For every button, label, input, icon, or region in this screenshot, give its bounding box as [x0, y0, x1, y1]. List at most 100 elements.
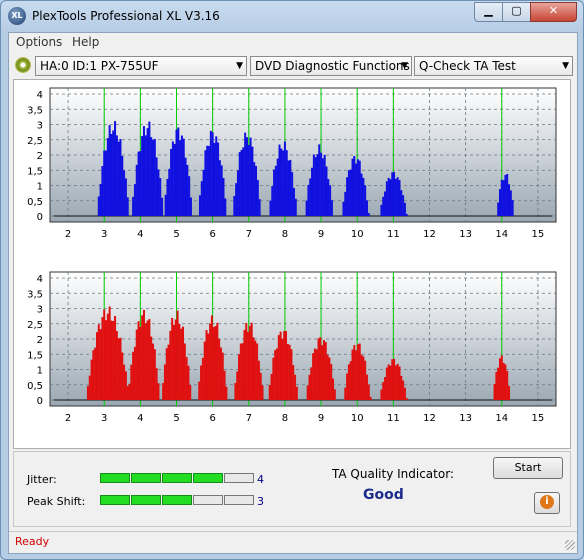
- upper-histogram-bar: [206, 145, 209, 216]
- upper-histogram-bar: [249, 137, 252, 216]
- upper-y-tick-label: 1: [37, 182, 43, 193]
- start-button[interactable]: Start: [493, 457, 563, 479]
- jitter-value: 4: [257, 473, 264, 486]
- upper-histogram-bar: [394, 178, 397, 216]
- upper-y-tick-label: 3: [37, 121, 43, 132]
- upper-x-tick-label: 13: [459, 229, 472, 240]
- upper-histogram-bar: [504, 175, 507, 216]
- lower-histogram-bar: [283, 331, 286, 400]
- close-button[interactable]: ✕: [530, 2, 577, 22]
- maximize-button[interactable]: ▢: [502, 2, 531, 22]
- function-select[interactable]: DVD Diagnostic Functions ▼: [250, 56, 412, 76]
- lower-histogram-bar: [272, 357, 275, 400]
- upper-histogram-bar: [256, 179, 259, 216]
- upper-histogram-bar: [142, 126, 145, 216]
- upper-histogram-bar: [124, 178, 127, 216]
- lower-histogram-bar: [245, 323, 248, 400]
- lower-histogram-bar: [403, 387, 406, 400]
- jitter-meter-segment: [162, 473, 192, 483]
- lower-histogram-bar: [130, 364, 133, 400]
- lower-histogram-bar: [238, 354, 241, 400]
- lower-histogram-bar: [205, 330, 208, 400]
- upper-histogram-bar: [349, 169, 352, 216]
- upper-histogram-bar: [126, 197, 129, 216]
- menu-help[interactable]: Help: [72, 35, 99, 49]
- minimize-button[interactable]: ▁: [474, 2, 503, 22]
- upper-histogram-bar: [123, 170, 126, 216]
- lower-histogram-bar: [117, 338, 120, 400]
- upper-y-tick-label: 4: [37, 90, 43, 101]
- upper-x-tick-label: 9: [318, 229, 324, 240]
- lower-histogram-bar: [174, 319, 177, 400]
- peak-shift-meter-segment: [224, 495, 254, 505]
- upper-histogram-bar: [135, 164, 138, 216]
- upper-histogram-bar: [403, 202, 406, 216]
- upper-x-tick-label: 14: [495, 229, 508, 240]
- lower-histogram-bar: [391, 359, 394, 400]
- peak-shift-meter-segment: [100, 495, 130, 505]
- upper-y-tick-label: 0,5: [27, 197, 43, 208]
- lower-x-tick-label: 14: [495, 413, 508, 424]
- upper-histogram-bar: [220, 165, 223, 216]
- upper-histogram-bar: [179, 140, 182, 216]
- lower-histogram-bar: [234, 382, 237, 400]
- lower-histogram-bar: [112, 321, 115, 400]
- lower-histogram-bar: [144, 323, 147, 400]
- upper-histogram-bar: [247, 144, 250, 216]
- lower-histogram-bar: [142, 309, 145, 400]
- lower-histogram-bar: [92, 350, 95, 400]
- upper-y-tick-label: 0: [37, 212, 43, 223]
- upper-histogram-bar: [393, 171, 396, 216]
- lower-histogram-bar: [218, 338, 221, 400]
- upper-histogram-bar: [133, 184, 136, 216]
- upper-histogram-bar: [208, 145, 211, 216]
- lower-histogram-bar: [115, 331, 118, 400]
- lower-histogram-bar: [171, 317, 174, 400]
- jitter-label: Jitter:: [27, 473, 57, 486]
- lower-histogram-bar: [167, 344, 170, 400]
- upper-histogram-bar: [346, 177, 349, 216]
- upper-histogram-bar: [141, 136, 144, 216]
- lower-histogram-bar: [219, 347, 222, 400]
- jitter-meter-segment: [131, 473, 161, 483]
- lower-histogram-bar: [288, 344, 291, 400]
- upper-histogram-bar: [387, 177, 390, 216]
- upper-histogram-bar: [396, 177, 399, 216]
- upper-y-tick-label: 1,5: [27, 166, 43, 177]
- upper-x-tick-label: 8: [282, 229, 288, 240]
- lower-histogram-bar: [162, 383, 165, 400]
- lower-histogram-bar: [506, 371, 509, 400]
- lower-histogram-bar: [365, 374, 368, 400]
- lower-histogram-bar: [209, 323, 212, 400]
- lower-histogram-bar: [243, 329, 246, 400]
- lower-histogram-bar: [331, 378, 334, 400]
- upper-histogram-bar: [255, 165, 258, 216]
- lower-histogram-bar: [328, 357, 331, 400]
- upper-histogram-bar: [209, 130, 212, 216]
- lower-histogram-bar: [398, 366, 401, 400]
- upper-histogram-bar: [325, 166, 328, 216]
- lower-histogram-bar: [114, 315, 117, 400]
- upper-histogram-bar: [164, 194, 167, 216]
- test-select[interactable]: Q-Check TA Test ▼: [414, 56, 573, 76]
- upper-histogram-bar: [327, 178, 330, 216]
- lower-histogram-bar: [128, 383, 131, 400]
- ta-charts: 00,511,522,533,542 3 4 5 6 7 8 9 10 11 12 13 14 1500,…: [27, 87, 557, 424]
- lower-histogram-bar: [223, 370, 226, 400]
- upper-histogram-bar: [400, 190, 403, 216]
- drive-select[interactable]: HA:0 ID:1 PX-755UF ▼: [35, 56, 247, 76]
- peak-shift-label: Peak Shift:: [27, 495, 86, 508]
- upper-histogram-bar: [186, 164, 189, 216]
- info-button[interactable]: i: [534, 492, 560, 514]
- lower-x-tick-label: 7: [246, 413, 252, 424]
- jitter-meter: [100, 473, 254, 483]
- ta-quality-label: TA Quality Indicator:: [332, 467, 454, 481]
- upper-histogram-bar: [287, 160, 290, 216]
- upper-y-tick-label: 2,5: [27, 136, 43, 147]
- lower-histogram-bar: [214, 326, 217, 400]
- upper-histogram-bar: [119, 139, 122, 216]
- chevron-down-icon: ▼: [401, 61, 408, 71]
- resize-grip-icon[interactable]: [565, 540, 575, 550]
- lower-histogram-bar: [189, 384, 192, 400]
- menu-options[interactable]: Options: [16, 35, 62, 49]
